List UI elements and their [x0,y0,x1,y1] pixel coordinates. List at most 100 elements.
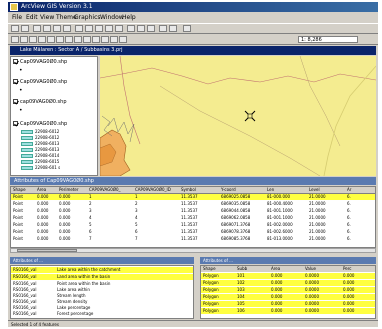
horizontal-scrollbar[interactable] [10,248,376,253]
theme-2[interactable]: Cap09VAG0Ø0.shp [13,79,67,85]
table-row-selected[interactable]: Polygon 106 0.000 0.0000 0.000 [201,308,375,314]
application-window: ArcView GIS Version 3.1 File Edit View T… [8,2,378,327]
table-header-row: Shape Subb Area Value Perc [201,266,375,272]
legend-editor-icon[interactable] [43,25,51,32]
theme-properties-icon[interactable] [33,25,41,32]
table-cell: 6869025.0858 [221,194,251,199]
theme-checkbox[interactable] [13,79,18,84]
find-icon[interactable] [63,25,71,32]
table-row[interactable]: Point 0.000 0.000 3 3 11.3537 6869044.08… [11,208,375,214]
menu-graphics[interactable]: Graphics [74,13,101,22]
area-tool-icon[interactable] [92,36,100,43]
table-cell: 0.000 [271,294,283,299]
measure-tool-icon[interactable] [74,36,82,43]
table-cell: 0.000 [59,194,71,199]
column-header[interactable]: Ar [347,187,375,193]
chart-icon[interactable] [159,25,167,32]
table-row-selected[interactable]: Polygon 105 0.000 0.0000 0.000 [201,301,375,307]
menu-window[interactable]: Window [100,13,124,22]
theme-checkbox[interactable] [13,59,18,64]
theme-3[interactable]: cap09VAG0Ø0.shp [13,99,67,105]
table-row-selected[interactable]: Point 0.000 0.000 1 1 11.3537 6869025.08… [11,194,375,200]
zoom-in-icon[interactable] [105,25,113,32]
select-tool-icon[interactable] [29,36,37,43]
table-row-selected[interactable]: Polygon 103 0.000 0.0000 0.000 [201,287,375,293]
query-builder-icon[interactable] [147,25,155,32]
column-header[interactable]: Perimeter [59,187,87,193]
column-header[interactable]: Shape [203,266,233,272]
zoom-active-icon[interactable] [85,25,93,32]
zoom-full-icon[interactable] [75,25,83,32]
table-cell: 21.0000 [309,215,326,220]
map-canvas[interactable] [100,56,376,176]
table-row-selected[interactable]: Polygon 101 0.000 0.0000 0.000 [201,273,375,279]
map-display[interactable] [100,56,376,176]
table-row[interactable]: Point 0.000 0.000 2 2 11.3537 6869035.08… [11,201,375,207]
select-features-icon[interactable] [127,25,135,32]
table-cell: 0.000 [343,287,355,292]
table-row[interactable]: Point 0.000 0.000 5 5 11.3537 6869071.37… [11,222,375,228]
column-header[interactable]: Subb [237,266,267,272]
list-item-selected[interactable]: RS0166_val Lake area within the catchment [11,267,193,273]
table-cell: 101 [237,273,245,278]
attribute-grid[interactable]: Shape Area Perimeter CAP09VAG0Ø0_ CAP09V… [10,186,376,248]
vertex-tool-icon[interactable] [38,36,46,43]
column-header[interactable]: CAP09VAG0Ø0_ [89,187,133,193]
column-header[interactable]: Perc [343,266,373,272]
column-header[interactable]: Y-coord [221,187,265,193]
title-bar: ArcView GIS Version 3.1 [8,2,378,12]
table-cell: 2 [135,201,138,206]
menu-edit[interactable]: Edit [26,13,38,22]
right-panel-grid[interactable]: Shape Subb Area Value Perc Polygon 101 0… [200,265,376,319]
scrollbar-thumb[interactable] [17,249,77,252]
column-header[interactable]: Area [271,266,301,272]
column-header[interactable]: Value [305,266,339,272]
table-row-selected[interactable]: Polygon 104 0.000 0.0000 0.000 [201,294,375,300]
zoom-out-tool-icon[interactable] [56,36,64,43]
table-row-selected[interactable]: Polygon 102 0.000 0.0000 0.000 [201,280,375,286]
layout-icon[interactable] [169,25,177,32]
zoom-out-icon[interactable] [115,25,123,32]
legend-item: 22908-6012 [21,135,59,140]
add-theme-icon[interactable] [21,25,29,32]
column-header[interactable]: Shape [13,187,35,193]
attribute-table-window: Attributes of Cap09VAG0Ø0.shp Shape Area… [8,177,378,255]
hotlink-tool-icon[interactable] [83,36,91,43]
legend-item: 22908-6015 [21,159,59,164]
left-panel-grid[interactable]: RS0166_val Lake area within the catchment… [10,265,194,319]
clear-selection-icon[interactable] [137,25,145,32]
text-tool-icon[interactable] [110,36,118,43]
zoom-in-tool-icon[interactable] [47,36,55,43]
pan-tool-icon[interactable] [65,36,73,43]
table-cell: 0.000 [59,208,71,213]
list-item-selected[interactable]: RS0166_val Land area within the basin [11,274,193,280]
zoom-selected-icon[interactable] [95,25,103,32]
menu-file[interactable]: File [12,13,22,22]
theme-checkbox[interactable] [13,99,18,104]
save-icon[interactable] [11,25,19,32]
list-item[interactable]: RS0166_val Forest percentage [11,311,193,317]
theme-1[interactable]: Cap09VAG0Ø0.shp [13,59,67,65]
column-header[interactable]: Area [37,187,57,193]
table-cell: 6. [347,236,351,241]
table-row[interactable]: Point 0.000 0.000 4 4 11.3537 6869062.08… [11,215,375,221]
pointer-tool-icon[interactable] [11,36,19,43]
identify-tool-icon[interactable] [20,36,28,43]
column-header[interactable]: Symbol [181,187,219,193]
help-icon[interactable] [183,25,191,32]
column-header[interactable]: Len [267,187,307,193]
open-table-icon[interactable] [53,25,61,32]
table-cell: Point [13,215,23,220]
menu-help[interactable]: Help [122,13,136,22]
table-row[interactable]: Point 0.000 0.000 6 6 11.3537 6869078.37… [11,229,375,235]
menu-view[interactable]: View [40,13,54,22]
table-row[interactable]: Point 0.000 0.000 7 7 11.3537 6869085.37… [11,236,375,242]
draw-tool-icon[interactable] [119,36,127,43]
theme-checkbox[interactable] [13,121,18,126]
legend-label: 22908-6012 [35,135,60,140]
theme-4[interactable]: Cap09VAG0Ø0.shp [13,121,67,127]
scale-field[interactable]: 1: 8,286 [298,36,358,43]
column-header[interactable]: Level [309,187,345,193]
label-tool-icon[interactable] [101,36,109,43]
column-header[interactable]: CAP09VAG0Ø0_ID [135,187,179,193]
